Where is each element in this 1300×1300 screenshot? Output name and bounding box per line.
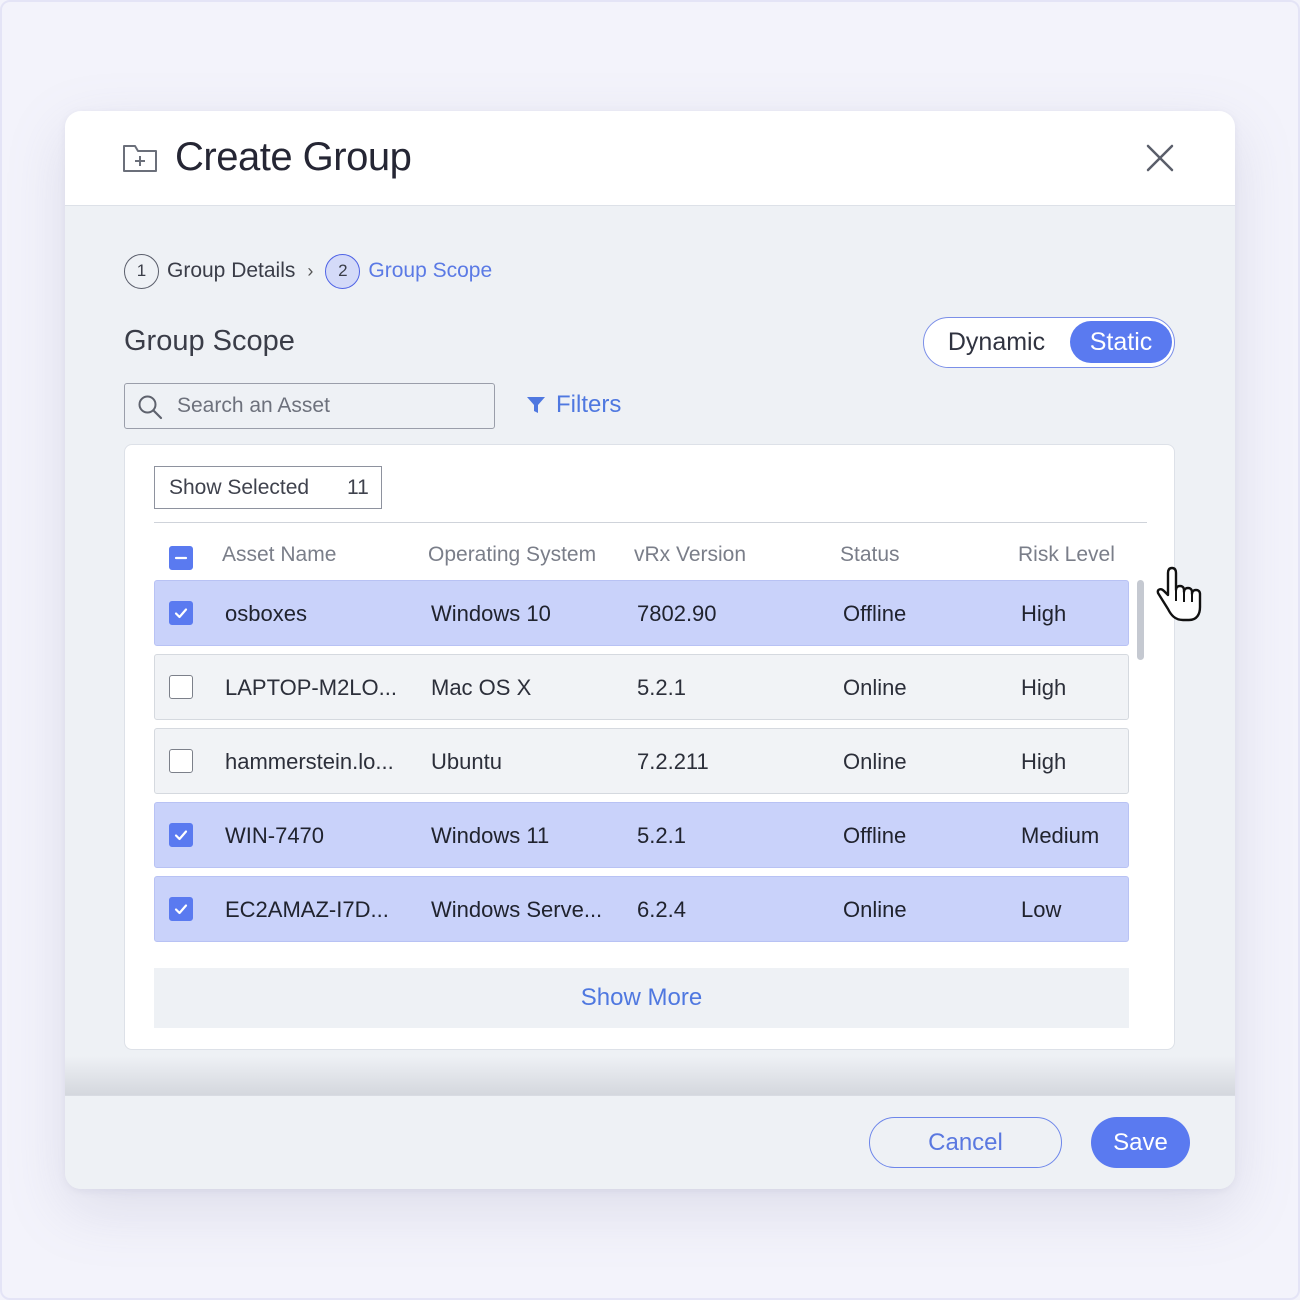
search-input[interactable] [177, 390, 477, 422]
column-header-status[interactable]: Status [840, 543, 900, 567]
search-icon [138, 395, 163, 420]
cell-vrx-version: 7.2.211 [637, 749, 709, 774]
cell-risk-level: Medium [1021, 823, 1100, 848]
filters-button[interactable]: Filters [526, 391, 621, 419]
column-header-risk-level[interactable]: Risk Level [1018, 543, 1115, 567]
select-all-checkbox[interactable] [169, 546, 193, 570]
row-checkbox[interactable] [169, 601, 193, 625]
cell-vrx-version: 7802.90 [637, 601, 717, 626]
dialog-title: Create Group [175, 135, 412, 179]
cell-risk-level: High [1021, 749, 1067, 774]
show-more-button[interactable]: Show More [154, 968, 1129, 1028]
cell-risk-level: Low [1021, 897, 1062, 922]
create-group-dialog: Create Group 1 Group Details › 2 Group S… [65, 111, 1235, 1189]
filter-icon [527, 397, 545, 413]
column-header-vrx-version[interactable]: vRx Version [634, 543, 746, 567]
dialog-footer: Cancel Save [65, 1095, 1235, 1189]
toggle-option-dynamic[interactable]: Dynamic [924, 318, 1069, 366]
save-button[interactable]: Save [1091, 1117, 1190, 1168]
cell-asset-name: osboxes [225, 601, 307, 626]
folder-plus-icon [123, 145, 157, 172]
show-selected-button[interactable]: Show Selected 11 [154, 466, 382, 509]
divider [154, 522, 1147, 523]
column-header-operating-system[interactable]: Operating System [428, 543, 596, 567]
filters-label: Filters [556, 391, 622, 418]
table-row[interactable]: LAPTOP-M2LO... Mac OS X 5.2.1 Online Hig… [154, 654, 1129, 720]
cell-operating-system: Mac OS X [431, 675, 532, 700]
show-more-label: Show More [580, 984, 703, 1011]
close-icon[interactable] [1143, 141, 1177, 175]
check-icon [174, 830, 188, 841]
step-2-number: 2 [325, 253, 361, 289]
column-header-asset-name[interactable]: Asset Name [222, 543, 336, 567]
dialog-header: Create Group [65, 111, 1235, 206]
cell-vrx-version: 5.2.1 [637, 823, 686, 848]
step-group-scope[interactable]: Group Scope [368, 259, 492, 283]
stepper: 1 Group Details › 2 Group Scope [124, 253, 492, 289]
cell-operating-system: Ubuntu [431, 749, 502, 774]
show-selected-label: Show Selected [169, 476, 310, 499]
cell-status: Online [843, 897, 907, 922]
cell-status: Online [843, 749, 907, 774]
toggle-option-static[interactable]: Static [1070, 321, 1172, 363]
cell-operating-system: Windows 10 [431, 601, 551, 626]
cell-vrx-version: 6.2.4 [637, 897, 686, 922]
row-checkbox[interactable] [169, 675, 193, 699]
check-icon [174, 904, 188, 915]
minus-icon [174, 556, 188, 560]
table-header: Asset Name Operating System vRx Version … [154, 539, 1129, 575]
check-icon [174, 608, 188, 619]
cancel-button[interactable]: Cancel [869, 1117, 1062, 1168]
cell-risk-level: High [1021, 601, 1067, 626]
cell-risk-level: High [1021, 675, 1067, 700]
cell-status: Online [843, 675, 907, 700]
table-row[interactable]: hammerstein.lo... Ubuntu 7.2.211 Online … [154, 728, 1129, 794]
cell-operating-system: Windows 11 [431, 823, 550, 848]
chevron-right-icon: › [307, 260, 314, 281]
cell-asset-name: EC2AMAZ-I7D... [225, 897, 389, 922]
table-row[interactable]: WIN-7470 Windows 11 5.2.1 Offline Medium [154, 802, 1129, 868]
row-checkbox[interactable] [169, 823, 193, 847]
cell-asset-name: hammerstein.lo... [225, 749, 394, 774]
cell-status: Offline [843, 823, 907, 848]
table-scrollbar[interactable] [1137, 580, 1144, 660]
cell-operating-system: Windows Serve... [431, 897, 603, 922]
table-row[interactable]: osboxes Windows 10 7802.90 Offline High [154, 580, 1129, 646]
row-checkbox[interactable] [169, 897, 193, 921]
asset-search-box [124, 383, 495, 429]
cell-asset-name: LAPTOP-M2LO... [225, 675, 397, 700]
row-checkbox[interactable] [169, 749, 193, 773]
step-group-details[interactable]: Group Details [167, 259, 295, 283]
cell-asset-name: WIN-7470 [225, 823, 325, 848]
selected-count: 11 [347, 476, 369, 499]
table-row[interactable]: EC2AMAZ-I7D... Windows Serve... 6.2.4 On… [154, 876, 1129, 942]
cell-vrx-version: 5.2.1 [637, 675, 686, 700]
scope-type-toggle: Dynamic Static [923, 317, 1175, 368]
section-title: Group Scope [124, 325, 295, 357]
footer-shadow [65, 1056, 1235, 1096]
cell-status: Offline [843, 601, 907, 626]
asset-table-card: Show Selected 11 Asset Name Operating Sy… [124, 444, 1175, 1050]
step-1-number: 1 [124, 253, 159, 289]
